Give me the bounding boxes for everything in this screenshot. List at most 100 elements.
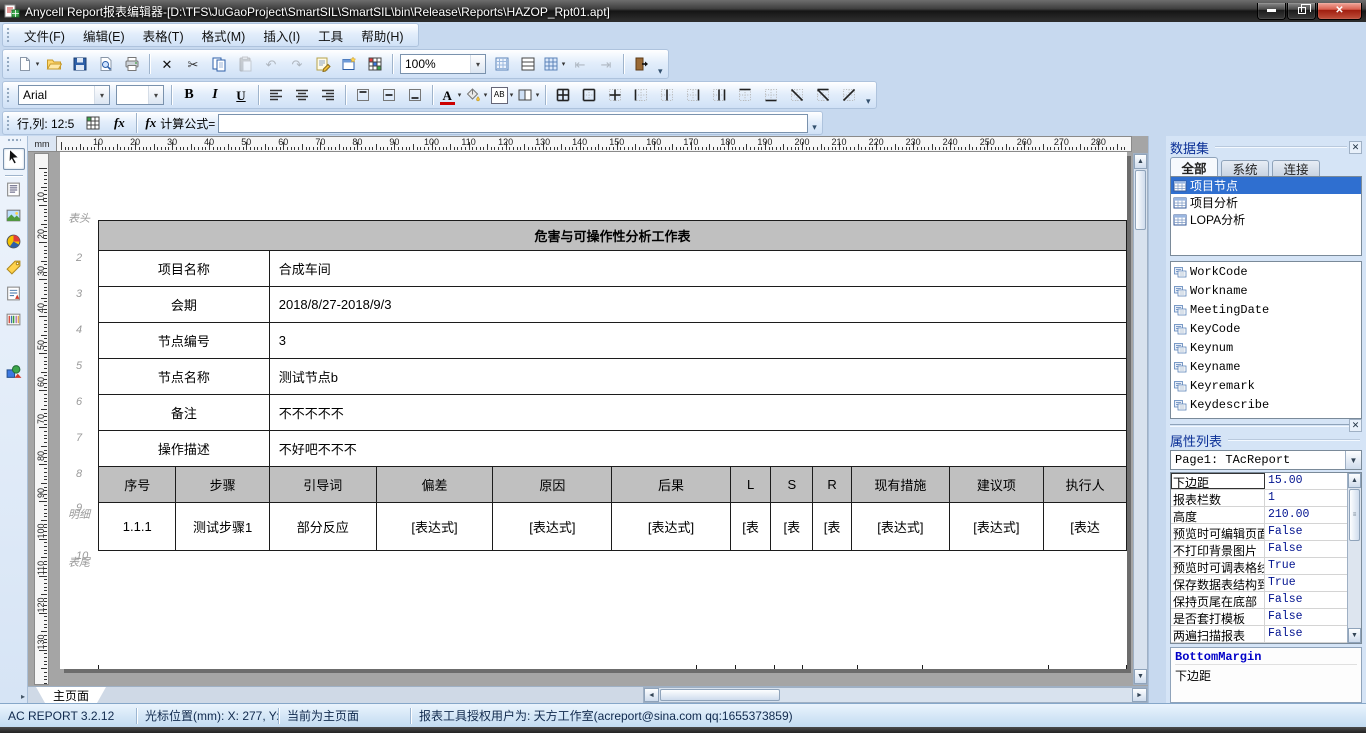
fx-button[interactable]: fx (107, 112, 131, 134)
detail-cell[interactable]: [表 (771, 503, 813, 551)
border-all-button[interactable] (551, 84, 575, 106)
valign-bottom-button[interactable] (403, 84, 427, 106)
horizontal-scrollbar[interactable]: ◄ ► (643, 687, 1148, 703)
open-button[interactable] (42, 53, 66, 75)
border-outer-button[interactable] (577, 84, 601, 106)
print-button[interactable] (120, 53, 144, 75)
paste-button[interactable] (233, 53, 257, 75)
column-header-cell[interactable]: 现有措施 (852, 467, 950, 503)
property-row[interactable]: 不打印背景图片False (1171, 541, 1347, 558)
field-item[interactable]: WorkCode (1171, 262, 1361, 281)
footer-cell[interactable] (1048, 665, 1126, 669)
property-name[interactable]: 保存数据表结构到 (1171, 575, 1265, 591)
bold-button[interactable]: B (177, 84, 201, 106)
column-header-cell[interactable]: 偏差 (376, 467, 492, 503)
copy-button[interactable] (207, 53, 231, 75)
property-row[interactable]: 高度210.00 (1171, 507, 1347, 524)
format-toolbar-grip[interactable] (6, 87, 11, 103)
dataset-item[interactable]: 项目分析 (1171, 194, 1361, 211)
print-preview-button[interactable] (94, 53, 118, 75)
panel-splitter[interactable] (1148, 136, 1166, 703)
undo-button[interactable]: ↶ (259, 53, 283, 75)
pointer-tool[interactable] (3, 148, 25, 170)
dataset-tab-item[interactable]: 连接 (1272, 160, 1320, 176)
align-right-button[interactable] (316, 84, 340, 106)
property-value[interactable]: True (1265, 575, 1347, 591)
column-header-cell[interactable]: R (813, 467, 852, 503)
property-row[interactable]: 保存数据表结构到True (1171, 575, 1347, 592)
font-size-combo[interactable]: ▾ (116, 85, 164, 105)
menu-item[interactable]: 表格(T) (134, 23, 193, 48)
dropdown-arrow-icon[interactable]: ▾ (562, 60, 566, 68)
exit-button[interactable] (629, 53, 653, 75)
underline-button[interactable]: U (229, 84, 253, 106)
scroll-left-icon[interactable]: ◄ (644, 688, 659, 702)
row-bands-button[interactable] (516, 53, 540, 75)
property-row[interactable]: 两遍扫描报表False (1171, 626, 1347, 643)
field-item[interactable]: Keyremark (1171, 376, 1361, 395)
property-row[interactable]: 报表栏数1 (1171, 490, 1347, 507)
footer-date-label-cell[interactable]: 日期: (857, 665, 922, 669)
border-bottom-button[interactable] (759, 84, 783, 106)
toolbox-expand-icon[interactable]: ▸ (21, 692, 25, 701)
info-value-cell[interactable]: 测试节点b (269, 359, 1126, 395)
formula-overflow-chevron[interactable]: ▾ (812, 122, 817, 133)
detail-cell[interactable]: 1.1.1 (99, 503, 176, 551)
font-color-button[interactable]: A▾ (438, 84, 462, 106)
property-grid-scrollbar[interactable]: ▲ ≡ ▼ (1347, 473, 1361, 643)
text-direction-button[interactable]: AB▾ (490, 84, 514, 106)
scroll-down-icon[interactable]: ▼ (1134, 669, 1147, 684)
detail-cell[interactable]: [表达式] (612, 503, 730, 551)
menu-grip[interactable] (6, 27, 11, 43)
detail-cell[interactable]: 部分反应 (269, 503, 376, 551)
property-name[interactable]: 两遍扫描报表 (1171, 626, 1265, 642)
new-button[interactable]: ▾ (16, 53, 40, 75)
property-name[interactable]: 高度 (1171, 507, 1265, 523)
info-value-cell[interactable]: 不好吧不不不 (269, 431, 1126, 467)
column-header-cell[interactable]: 后果 (612, 467, 730, 503)
property-value[interactable]: False (1265, 609, 1347, 625)
doc-table[interactable]: 危害与可操作性分析工作表项目名称合成车间会期2018/8/27-2018/9/3… (98, 220, 1127, 551)
border-diag-up-button[interactable] (837, 84, 861, 106)
detail-cell[interactable]: [表 (813, 503, 852, 551)
field-list-splitter[interactable] (1170, 424, 1349, 427)
property-row[interactable]: 下边距15.00 (1171, 473, 1347, 490)
sheet-tab-main-page[interactable]: 主页面 (36, 687, 106, 703)
field-item[interactable]: Keynum (1171, 338, 1361, 357)
font-family-combo[interactable]: Arial▾ (18, 85, 110, 105)
toolbar-overflow-chevron[interactable]: ▾ (866, 96, 871, 107)
h-ruler[interactable]: 1020304050607080901001101201301401501601… (56, 136, 1132, 152)
column-header-cell[interactable]: S (771, 467, 813, 503)
property-name[interactable]: 是否套打模板 (1171, 609, 1265, 625)
horizontal-scroll-thumb[interactable] (660, 689, 780, 701)
dropdown-arrow-icon[interactable]: ▾ (36, 60, 40, 68)
field-item[interactable]: Keydescribe (1171, 395, 1361, 414)
vertical-scroll-thumb[interactable] (1135, 170, 1146, 230)
column-header-cell[interactable]: 序号 (99, 467, 176, 503)
info-value-cell[interactable]: 合成车间 (269, 251, 1126, 287)
detail-cell[interactable]: [表达 (1044, 503, 1127, 551)
menu-item[interactable]: 插入(I) (254, 23, 309, 48)
info-label-cell[interactable]: 项目名称 (99, 251, 270, 287)
main-toolbar-grip[interactable] (6, 56, 11, 72)
vertical-scrollbar[interactable]: ▲ ▼ (1133, 153, 1148, 685)
insert-table-button[interactable] (363, 53, 387, 75)
border-diag-down-button[interactable] (785, 84, 809, 106)
detail-cell[interactable]: [表达式] (493, 503, 612, 551)
v-ruler[interactable]: 102030405060708090100110120130 (34, 153, 49, 685)
info-label-cell[interactable]: 操作描述 (99, 431, 270, 467)
dataset-item[interactable]: 项目节点 (1171, 177, 1361, 194)
border-inner-button[interactable] (603, 84, 627, 106)
dataset-tab-active[interactable]: 全部 (1170, 157, 1218, 176)
property-value[interactable]: 210.00 (1265, 507, 1347, 523)
cell-table-button[interactable] (81, 112, 105, 134)
property-value[interactable]: 1 (1265, 490, 1347, 506)
object-selector-arrow-icon[interactable]: ▼ (1345, 451, 1361, 469)
save-button[interactable] (68, 53, 92, 75)
detail-cell[interactable]: [表 (730, 503, 771, 551)
formula-grip[interactable] (6, 115, 11, 131)
barcode-tool[interactable] (3, 311, 25, 333)
property-value[interactable]: 15.00 (1265, 473, 1347, 489)
prop-scroll-down-icon[interactable]: ▼ (1348, 628, 1361, 643)
doc-footer-table[interactable]: 日期:2018/9/12 (98, 665, 1127, 669)
